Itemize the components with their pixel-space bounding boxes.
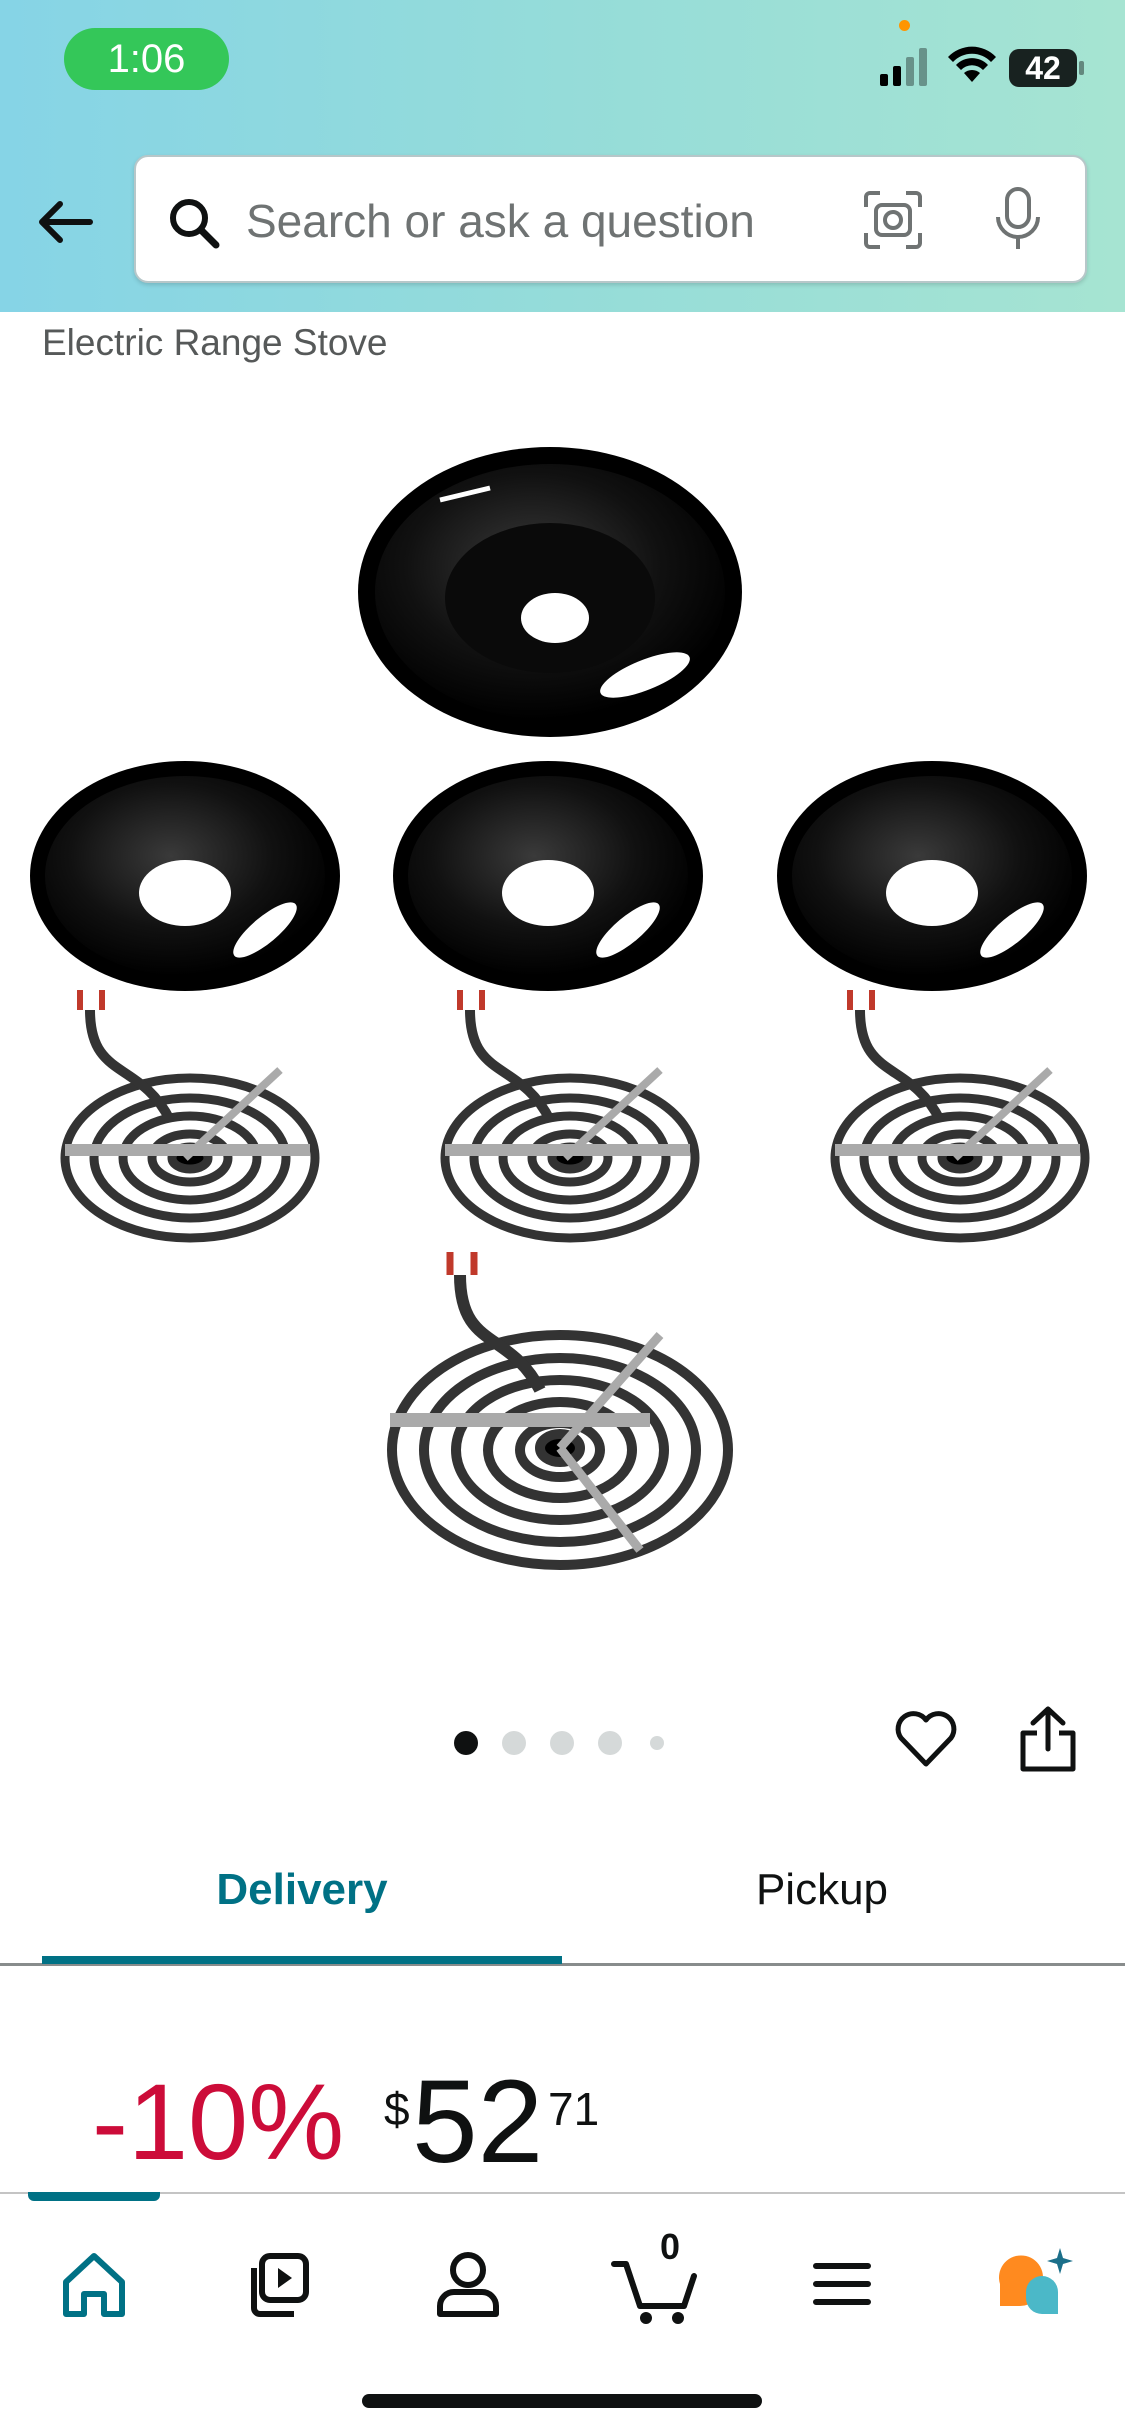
fulfillment-tabs: Delivery Pickup	[0, 1820, 1125, 1966]
account-icon[interactable]	[418, 2234, 518, 2334]
large-coil-burner	[387, 1252, 733, 1570]
search-icon	[170, 199, 220, 249]
image-carousel-dots[interactable]	[450, 1728, 680, 1758]
microphone-icon[interactable]	[992, 185, 1044, 253]
cellular-signal-icon	[880, 48, 927, 86]
product-title: Electric Range Stove	[42, 322, 388, 363]
cart-count-badge: 0	[659, 2226, 681, 2267]
carousel-dot[interactable]	[454, 1731, 478, 1755]
tab-active-underline	[42, 1956, 562, 1964]
product-image[interactable]	[20, 430, 1110, 1600]
share-icon[interactable]	[1015, 1703, 1081, 1775]
camera-lens-icon[interactable]	[862, 189, 924, 251]
carousel-dot[interactable]	[650, 1736, 664, 1750]
home-indicator	[362, 2394, 762, 2408]
small-drip-pan-right	[777, 761, 1087, 991]
carousel-dot[interactable]	[598, 1731, 622, 1755]
small-coil-burner-center	[440, 990, 700, 1243]
search-input[interactable]	[246, 185, 866, 257]
app-header: 1:06 42	[0, 0, 1125, 312]
small-coil-burner-right	[830, 990, 1090, 1243]
tab-delivery[interactable]: Delivery	[42, 1820, 562, 1960]
large-drip-pan	[358, 447, 742, 737]
back-arrow-icon[interactable]	[30, 186, 102, 258]
heart-icon[interactable]	[893, 1706, 959, 1772]
tab-pickup[interactable]: Pickup	[562, 1820, 1082, 1960]
small-drip-pan-center	[393, 761, 703, 991]
price-fraction: 71	[548, 2083, 600, 2135]
status-time: 1:06	[64, 28, 229, 90]
carousel-dot[interactable]	[550, 1731, 574, 1755]
privacy-indicator-dot	[899, 20, 910, 31]
rufus-assistant-icon[interactable]	[980, 2234, 1080, 2334]
wifi-icon	[948, 46, 996, 82]
price-currency: $	[384, 2083, 410, 2135]
nav-active-indicator	[28, 2192, 160, 2201]
price-block: -10% $ 52 71	[92, 2052, 1092, 2192]
discount-percent: -10%	[92, 2061, 345, 2182]
battery-level: 42	[1025, 50, 1061, 86]
menu-icon[interactable]	[792, 2234, 892, 2334]
carousel-dot[interactable]	[502, 1731, 526, 1755]
home-icon[interactable]	[44, 2234, 144, 2334]
search-bar[interactable]	[134, 155, 1087, 283]
small-coil-burner-left	[60, 990, 320, 1243]
price-whole: 52	[412, 2056, 544, 2188]
video-icon[interactable]	[232, 2234, 332, 2334]
small-drip-pan-left	[30, 761, 340, 991]
